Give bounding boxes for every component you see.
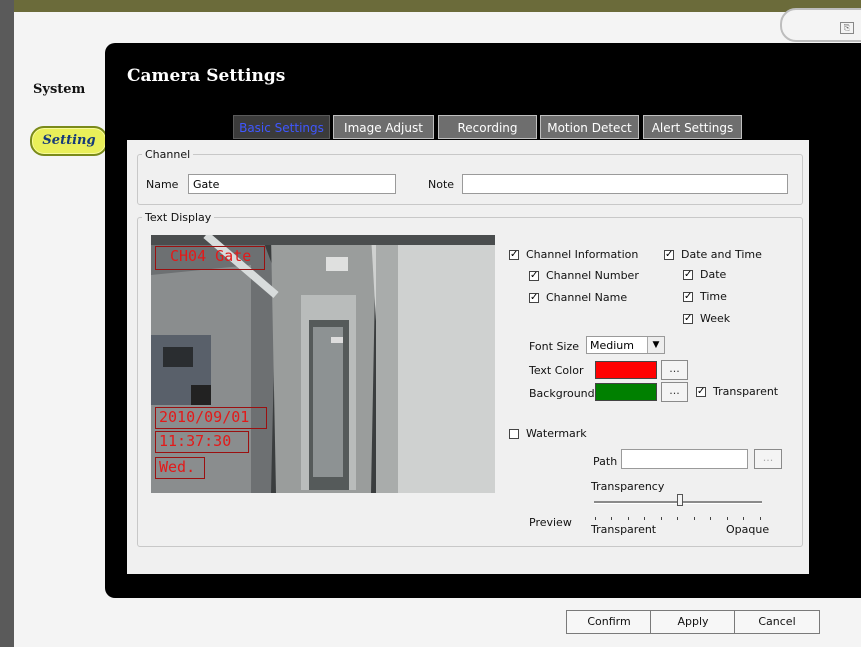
text-color-browse-button[interactable]: ... [661,360,688,380]
date-and-time-checkbox[interactable]: ✓ [664,250,674,260]
watermark-checkbox[interactable] [509,429,519,439]
channel-note-label: Note [428,178,455,191]
hallway-scene [151,235,495,493]
tab-motion-detect[interactable]: Motion Detect [540,115,639,139]
slider-max-label: Opaque [726,523,770,536]
time-checkbox[interactable]: ✓ [683,292,693,302]
page-title: Camera Settings [127,66,286,86]
tab-basic-settings[interactable]: Basic Settings [233,115,330,139]
channel-information-label: Channel Information [526,248,639,261]
slider-tick [760,517,761,520]
camera-preview-image: CH04 Gate 2010/09/01 11:37:30 Wed. [151,235,495,493]
week-label: Week [700,312,731,325]
osd-date-text: 2010/09/01 [159,408,250,426]
slider-tick [611,517,612,520]
watermark-path-input[interactable] [621,449,748,469]
channel-number-label: Channel Number [546,269,639,282]
slider-tick [661,517,662,520]
channel-legend: Channel [145,148,191,161]
font-size-select[interactable]: Medium ▼ [586,336,665,354]
tab-image-adjust[interactable]: Image Adjust [333,115,434,139]
restore-icon[interactable]: ⎘ [840,22,854,34]
background-color-browse-button[interactable]: ... [661,382,688,402]
slider-tick [743,517,744,520]
date-checkbox[interactable]: ✓ [683,270,693,280]
slider-tick [727,517,728,520]
apply-button[interactable]: Apply [650,610,736,634]
week-checkbox[interactable]: ✓ [683,314,693,324]
slider-tick [595,517,596,520]
text-color-label: Text Color [529,364,584,377]
channel-information-checkbox[interactable]: ✓ [509,250,519,260]
transparency-slider-thumb[interactable] [677,494,683,506]
slider-min-label: Transparent [591,523,657,536]
transparency-label: Transparency [591,480,665,493]
text-color-swatch[interactable] [595,361,657,379]
channel-number-checkbox[interactable]: ✓ [529,271,539,281]
osd-channel-text: CH04 Gate [170,247,252,265]
confirm-button[interactable]: Confirm [566,610,652,634]
window-left-edge [0,0,14,647]
font-size-label: Font Size [529,340,580,353]
transparent-label: Transparent [713,385,779,398]
channel-name-input[interactable] [188,174,396,194]
font-size-value: Medium [590,339,634,352]
nav-system[interactable]: System [33,82,85,97]
time-label: Time [700,290,727,303]
chevron-down-icon[interactable]: ▼ [647,337,664,353]
tab-recording[interactable]: Recording [438,115,537,139]
channel-note-input[interactable] [462,174,788,194]
window-top-strip [14,0,861,12]
watermark-label: Watermark [526,427,587,440]
osd-time-text: 11:37:30 [159,432,232,450]
cancel-button[interactable]: Cancel [734,610,820,634]
watermark-path-browse-button[interactable]: ... [754,449,782,469]
osd-week-text: Wed. [159,458,196,476]
channel-name-check-label: Channel Name [546,291,628,304]
slider-tick [694,517,695,520]
slider-tick [628,517,629,520]
preview-label: Preview [529,516,572,529]
slider-tick [710,517,711,520]
channel-name-checkbox[interactable]: ✓ [529,293,539,303]
text-display-legend: Text Display [145,211,212,224]
background-color-swatch[interactable] [595,383,657,401]
date-label: Date [700,268,727,281]
date-and-time-label: Date and Time [681,248,762,261]
tab-alert-settings[interactable]: Alert Settings [643,115,742,139]
nav-setting[interactable]: Setting [30,126,108,156]
channel-name-label: Name [146,178,179,191]
slider-tick [644,517,645,520]
slider-tick [677,517,678,520]
transparent-checkbox[interactable]: ✓ [696,387,706,397]
path-label: Path [593,455,618,468]
background-label: Background [529,387,595,400]
